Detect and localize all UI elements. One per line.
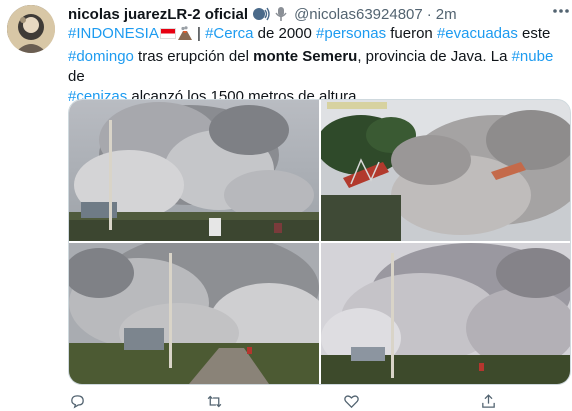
tweet-line-1: #INDONESIA | #Cerca de 2000 #personas fu… — [68, 24, 568, 47]
hashtag-cerca[interactable]: #Cerca — [205, 25, 253, 42]
tweet-header: nicolas juarezLR-2 oficial @nicolas63924… — [68, 4, 558, 24]
retweet-icon[interactable] — [205, 392, 224, 411]
speaking-head-emoji-icon — [252, 6, 270, 22]
pipe-text: | — [192, 25, 206, 42]
reply-icon[interactable] — [68, 392, 87, 411]
bold-place-name: monte Semeru — [253, 48, 358, 65]
hashtag-indonesia[interactable]: #INDONESIA — [68, 25, 159, 42]
photo-ash-cloud-village[interactable] — [69, 100, 319, 241]
action-bar — [68, 392, 498, 411]
display-name[interactable]: nicolas juarezLR-2 oficial — [68, 6, 248, 23]
text-span: de 2000 — [253, 25, 317, 42]
share-icon[interactable] — [479, 392, 498, 411]
hashtag-personas[interactable]: #personas — [316, 25, 386, 42]
hashtag-domingo[interactable]: #domingo — [68, 48, 134, 65]
avatar[interactable] — [7, 5, 55, 53]
photo-ash-cloud-road[interactable] — [69, 243, 319, 384]
hashtag-nube[interactable]: #nube — [512, 48, 554, 65]
tweet-text: #INDONESIA | #Cerca de 2000 #personas fu… — [68, 24, 568, 107]
text-span: este — [517, 25, 551, 42]
separator-dot: · — [426, 5, 432, 23]
hashtag-evacuadas[interactable]: #evacuadas — [437, 25, 518, 42]
media-grid — [68, 99, 571, 385]
text-span: , provincia de Java. La — [357, 48, 512, 65]
like-icon[interactable] — [342, 392, 361, 411]
photo-ash-cloud-houses[interactable] — [321, 243, 570, 384]
tweet[interactable]: nicolas juarezLR-2 oficial @nicolas63924… — [0, 0, 572, 411]
microphone-emoji-icon — [274, 6, 288, 22]
indonesia-flag-icon — [159, 28, 176, 39]
text-span: fueron — [386, 25, 437, 42]
tweet-line-2: #domingo tras erupción del monte Semeru,… — [68, 47, 568, 87]
handle[interactable]: @nicolas63924807 — [294, 6, 423, 23]
volcano-emoji-icon — [177, 26, 193, 47]
more-options-icon[interactable] — [552, 2, 570, 20]
text-span: tras erupción del — [133, 48, 254, 65]
text-span: de — [68, 68, 85, 85]
timestamp[interactable]: 2m — [436, 6, 457, 23]
photo-ash-cloud-bridge[interactable] — [321, 100, 570, 241]
